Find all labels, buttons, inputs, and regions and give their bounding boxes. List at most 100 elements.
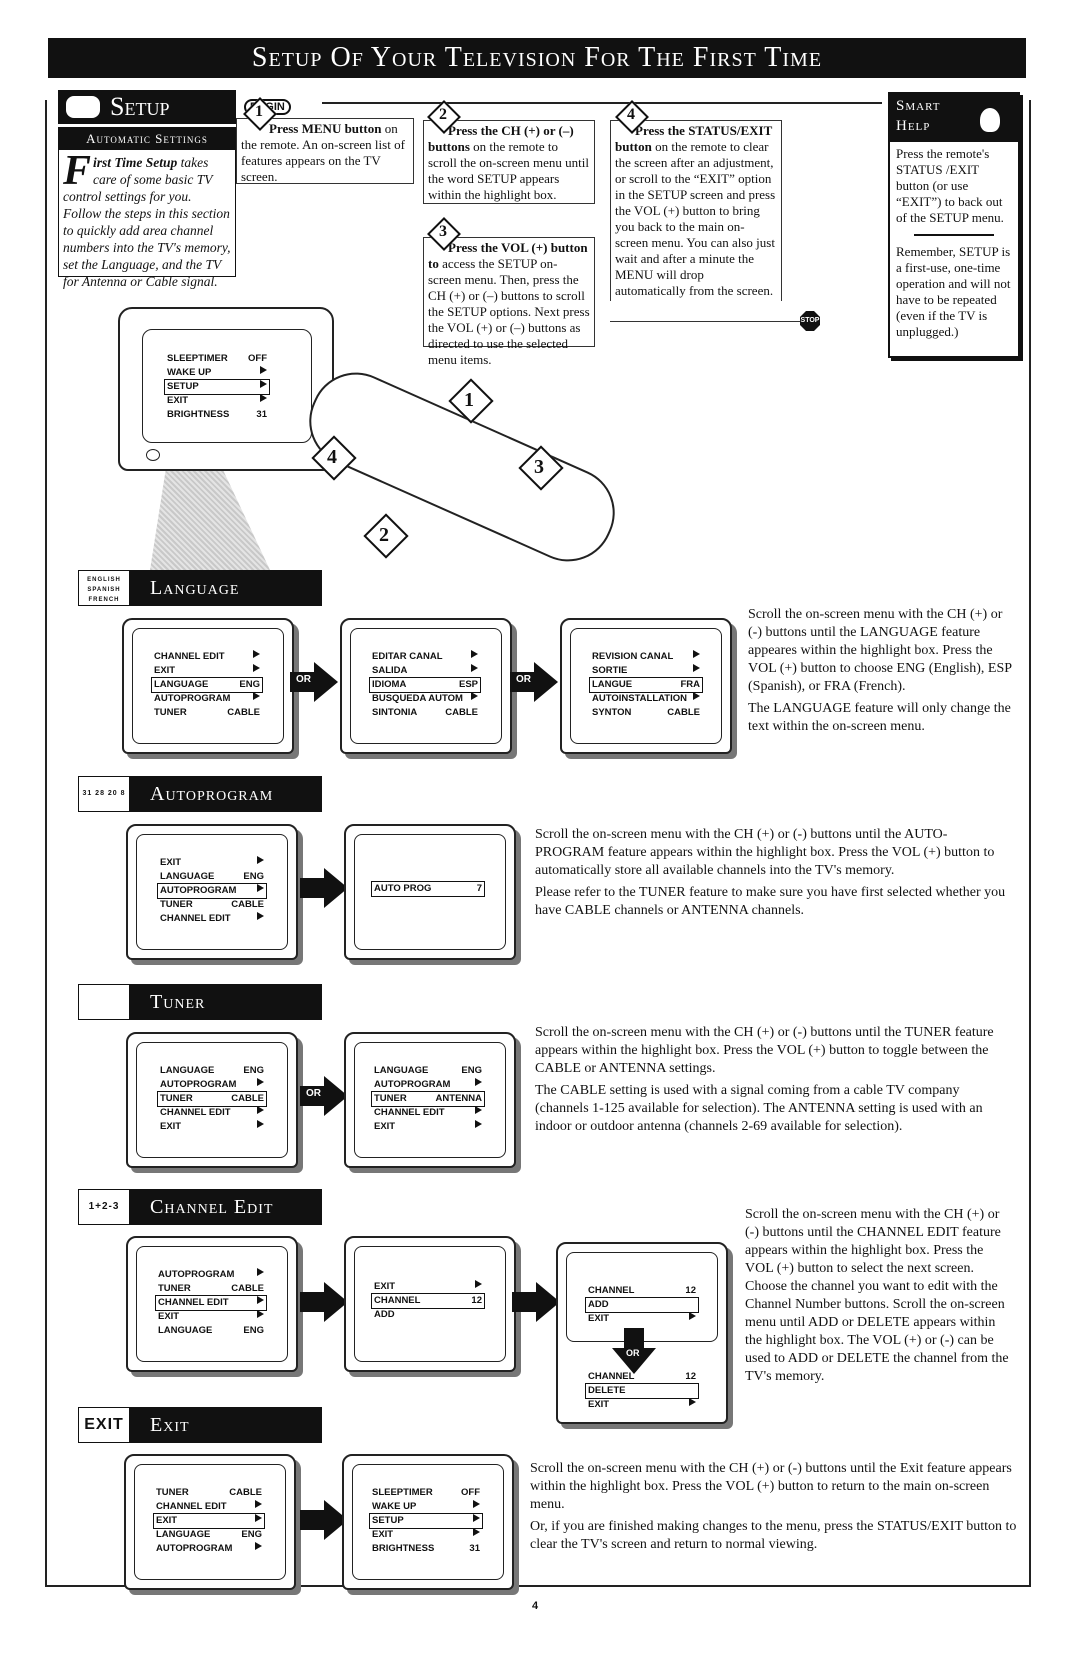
menu-row: AUTOPROGRAM xyxy=(372,1078,484,1092)
menu-row-value: CABLE xyxy=(231,1093,264,1104)
tv-icon xyxy=(66,96,100,118)
page-number: 4 xyxy=(532,1600,539,1612)
menu-row: REVISION CANAL xyxy=(590,650,702,664)
menu-row: TUNER CABLE xyxy=(157,1091,267,1107)
menu-row: CHANNEL 12 xyxy=(586,1284,698,1298)
menu-row-label: EXIT xyxy=(167,395,189,406)
menu-row-value: CABLE xyxy=(667,707,700,718)
right-arrow-icon xyxy=(475,1078,482,1086)
section-title-tuner: Tuner xyxy=(150,991,206,1013)
menu-row-label: TUNER xyxy=(158,1283,191,1294)
tv-onscreen-menu: EXIT CHANNEL 12 ADD xyxy=(371,1280,485,1322)
or-arrow: OR xyxy=(290,662,338,702)
tuner-description: Scroll the on-screen menu with the CH (+… xyxy=(535,1024,1015,1140)
menu-row-label: SINTONIA xyxy=(372,707,418,718)
automatic-settings-text: First Time Setup takes care of some basi… xyxy=(59,150,235,294)
menu-row: CHANNEL 12 xyxy=(586,1370,698,1384)
arrow xyxy=(300,1500,348,1540)
menu-row: CHANNEL EDIT xyxy=(152,650,262,664)
menu-row-value: 12 xyxy=(471,1295,482,1306)
menu-row-value: ENG xyxy=(461,1065,482,1076)
menu-row: SLEEPTIMER OFF xyxy=(370,1486,482,1500)
menu-row: TUNER CABLE xyxy=(154,1486,264,1500)
menu-row: EXIT xyxy=(158,1120,266,1134)
menu-row: AUTOPROGRAM xyxy=(152,692,262,706)
step-1-number: 1 xyxy=(255,103,263,120)
lightbulb-icon xyxy=(980,108,1000,132)
right-arrow-icon xyxy=(475,1280,482,1288)
antenna-icon xyxy=(78,984,130,1020)
menu-row-label: SLEEPTIMER xyxy=(167,353,228,364)
channel-edit-screen-menu: AUTOPROGRAM TUNER CABLE CHANNEL EDIT EXIT LAN… xyxy=(126,1236,298,1372)
automatic-settings-caption: Automatic Settings xyxy=(59,128,235,150)
menu-row-label: LANGUE xyxy=(592,679,633,690)
menu-row-label: CHANNEL xyxy=(588,1371,635,1382)
tv-onscreen-menu: CHANNEL EDIT EXIT LANGUAGE ENG AUTOPROGRAM TU… xyxy=(151,650,263,720)
menu-row: EXIT xyxy=(153,1513,265,1529)
smart-help-text-1: Press the remote's STATUS /EXIT button (… xyxy=(896,146,1004,225)
menu-row-label: WAKE UP xyxy=(167,367,212,378)
menu-row-value: ESP xyxy=(458,679,478,690)
section-title-exit: Exit xyxy=(150,1414,190,1436)
menu-row: WAKE UP xyxy=(370,1500,482,1514)
divider xyxy=(322,102,882,104)
menu-row: LANGUAGE ENG xyxy=(151,677,263,693)
right-arrow-icon xyxy=(257,1078,264,1086)
or-label: OR xyxy=(626,1348,640,1358)
paragraph: Please refer to the TUNER feature to mak… xyxy=(535,885,1006,918)
right-arrow-icon xyxy=(471,650,478,658)
paragraph: Scroll the on-screen menu with the CH (+… xyxy=(535,827,995,878)
section-title-autoprogram: Autoprogram xyxy=(150,783,274,805)
menu-row: AUTOPROGRAM xyxy=(156,1268,266,1282)
menu-row-value: ENG xyxy=(243,871,264,882)
menu-row-label: SETUP xyxy=(372,1515,404,1526)
tuner-screen-cable: LANGUAGE ENG AUTOPROGRAM TUNER CABLE CHANNEL … xyxy=(126,1032,298,1168)
tv-onscreen-menu: LANGUAGE ENG AUTOPROGRAM TUNER ANTENNA CHANNE… xyxy=(371,1064,485,1134)
menu-row: SYNTON CABLE xyxy=(590,706,702,720)
menu-row-label: TUNER xyxy=(156,1487,189,1498)
tv-onscreen-menu: SLEEPTIMER OFF WAKE UP SETUP EXIT BRIGHTNESS 3… xyxy=(369,1486,483,1556)
menu-row-label: EXIT xyxy=(154,665,176,676)
exit-description: Scroll the on-screen menu with the CH (+… xyxy=(530,1460,1020,1558)
menu-row-value: 7 xyxy=(476,883,482,894)
language-screen-esp: EDITAR CANAL SALIDA IDIOMA ESP BUSQUEDA AUTO… xyxy=(340,618,512,754)
right-arrow-icon xyxy=(257,1310,264,1318)
menu-row-label: AUTOPROGRAM xyxy=(154,693,231,704)
right-arrow-icon xyxy=(471,664,478,672)
menu-row: CHANNEL EDIT xyxy=(154,1500,264,1514)
tv-screen: SLEEPTIMER OFF WAKE UP SETUP EXIT BRIGHTNESS 3… xyxy=(142,329,312,443)
menu-row-value: ENG xyxy=(239,679,260,690)
menu-row-label: TUNER xyxy=(374,1093,407,1104)
tv-onscreen-menu: EXIT LANGUAGE ENG AUTOPROGRAM TUNER CABLE CHAN… xyxy=(157,856,267,926)
callout-1: 1 xyxy=(464,389,474,411)
menu-row: SORTIE xyxy=(590,664,702,678)
menu-row-label: AUTOPROGRAM xyxy=(160,1079,237,1090)
menu-row: TUNER CABLE xyxy=(152,706,262,720)
right-arrow-icon xyxy=(257,884,264,892)
step-2-box: Press the CH (+) or (–) buttons on the r… xyxy=(423,120,595,204)
right-arrow-icon xyxy=(689,1398,696,1406)
channel-numbers-icon: 31 28 20 8 xyxy=(78,776,130,812)
callout-3: 3 xyxy=(534,456,544,478)
menu-row: EXIT xyxy=(372,1280,484,1294)
menu-row: EXIT xyxy=(586,1398,698,1412)
menu-row-label: TUNER xyxy=(154,707,187,718)
menu-row-value: 31 xyxy=(469,1543,480,1554)
right-arrow-icon xyxy=(473,1500,480,1508)
drop-cap: F xyxy=(63,148,92,194)
paragraph: Scroll the on-screen menu with the CH (+… xyxy=(748,607,1012,694)
menu-row-label: EDITAR CANAL xyxy=(372,651,443,662)
step-4-number: 4 xyxy=(627,106,635,123)
menu-row: BRIGHTNESS 31 xyxy=(370,1542,482,1556)
menu-row-label: CHANNEL EDIT xyxy=(156,1501,227,1512)
automatic-settings-box: Automatic Settings First Time Setup take… xyxy=(58,127,236,289)
menu-row: SINTONIA CABLE xyxy=(370,706,480,720)
down-arrow-shaft xyxy=(624,1328,644,1350)
menu-row-label: EXIT xyxy=(156,1515,178,1526)
smart-help-box: Smart Help Press the remote's STATUS /EX… xyxy=(888,92,1020,358)
menu-row-value: CABLE xyxy=(229,1487,262,1498)
menu-row: EXIT xyxy=(156,1310,266,1324)
menu-row-label: SLEEPTIMER xyxy=(372,1487,433,1498)
menu-row-value: 31 xyxy=(256,409,267,420)
section-header-autoprogram: 31 28 20 8 Autoprogram xyxy=(78,776,322,812)
